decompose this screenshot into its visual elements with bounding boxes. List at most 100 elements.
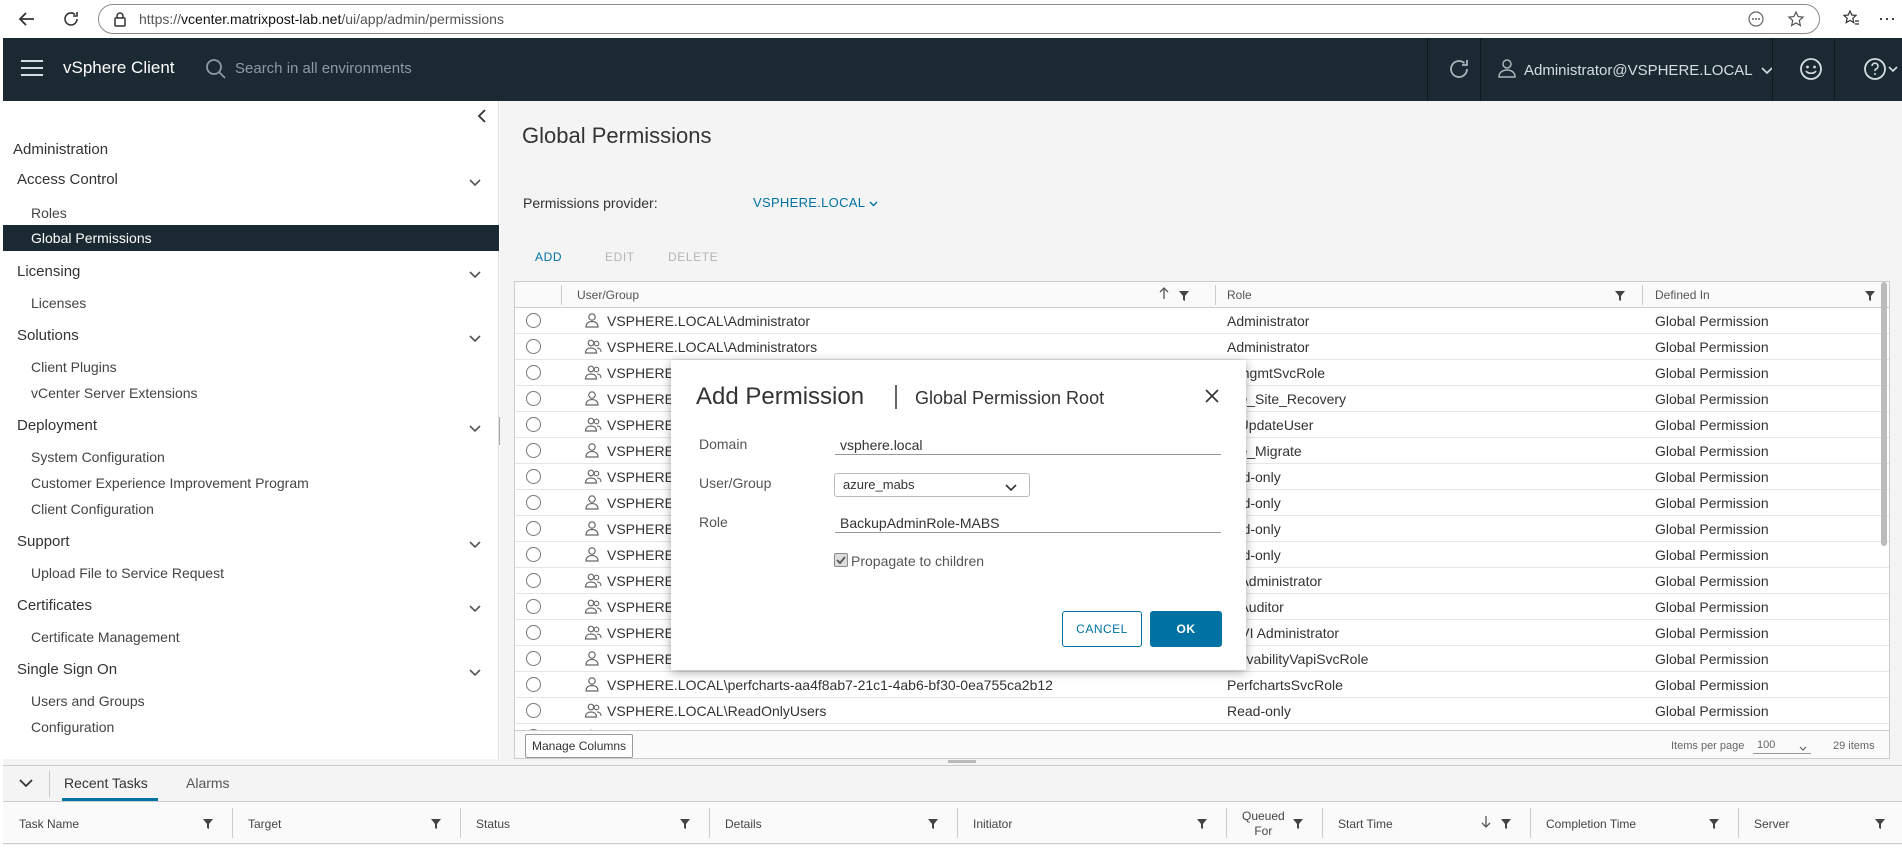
column-start-time[interactable]: Start Time: [1338, 817, 1393, 831]
collapse-sidebar-icon[interactable]: [476, 109, 488, 126]
column-task-name[interactable]: Task Name: [19, 817, 79, 831]
row-select-radio[interactable]: [526, 417, 541, 432]
row-select-radio[interactable]: [526, 599, 541, 614]
filter-icon[interactable]: [928, 818, 938, 832]
table-row[interactable]: VSPHERE.LOCAL\ReadOnlyUsers Read-only Glob…: [515, 698, 1889, 724]
row-select-radio[interactable]: [526, 521, 541, 536]
row-select-radio[interactable]: [526, 573, 541, 588]
items-per-page-select[interactable]: 100: [1753, 736, 1811, 754]
table-row[interactable]: VSPHERE.LOCAL\perfcharts-aa4f8ab7-21c1-4…: [515, 672, 1889, 698]
sidebar-item-client-plugins[interactable]: Client Plugins: [31, 359, 117, 375]
table-row[interactable]: VSPHERE.LOCAL\Administrator Administrator…: [515, 308, 1889, 334]
splitter-grip[interactable]: [948, 760, 976, 763]
column-defined-in[interactable]: Defined In: [1655, 288, 1710, 302]
more-page-icon[interactable]: [1747, 10, 1765, 31]
cancel-button[interactable]: CANCEL: [1062, 611, 1142, 647]
edit-button[interactable]: EDIT: [605, 250, 635, 264]
filter-icon[interactable]: [1501, 818, 1511, 832]
row-select-radio[interactable]: [526, 365, 541, 380]
filter-icon[interactable]: [1875, 818, 1885, 832]
search-input[interactable]: Search in all environments: [235, 60, 412, 77]
sidebar-item-ceip[interactable]: Customer Experience Improvement Program: [31, 475, 309, 491]
search-icon[interactable]: [205, 58, 227, 83]
column-divider: [1530, 808, 1531, 838]
sidebar-item-global-permissions[interactable]: Global Permissions: [3, 225, 499, 251]
column-user-group[interactable]: User/Group: [577, 288, 639, 302]
row-select-radio[interactable]: [526, 625, 541, 640]
tab-recent-tasks[interactable]: Recent Tasks: [64, 775, 148, 791]
back-icon[interactable]: [8, 0, 46, 38]
row-select-radio[interactable]: [526, 651, 541, 666]
sidebar-group-access-control[interactable]: Access Control: [17, 171, 493, 191]
column-server[interactable]: Server: [1754, 817, 1789, 831]
sidebar-item-client-configuration[interactable]: Client Configuration: [31, 501, 154, 517]
sidebar-group-deployment[interactable]: Deployment: [17, 417, 493, 437]
menu-dots-icon[interactable]: ⋯: [1878, 9, 1896, 30]
row-select-radio[interactable]: [526, 313, 541, 328]
column-queued-for[interactable]: Queued For: [1242, 809, 1285, 839]
reload-icon[interactable]: [52, 0, 90, 38]
row-select-radio[interactable]: [526, 339, 541, 354]
sidebar-item-system-configuration[interactable]: System Configuration: [31, 449, 165, 465]
ok-button[interactable]: OK: [1150, 611, 1222, 647]
row-select-radio[interactable]: [526, 547, 541, 562]
add-button[interactable]: ADD: [535, 250, 562, 264]
sidebar-item-upload-file[interactable]: Upload File to Service Request: [31, 565, 224, 581]
sidebar-item-users-and-groups[interactable]: Users and Groups: [31, 693, 145, 709]
row-select-radio[interactable]: [526, 391, 541, 406]
user-group-select[interactable]: azure_mabs: [834, 473, 1030, 497]
filter-icon[interactable]: [1709, 818, 1719, 832]
column-role[interactable]: Role: [1227, 288, 1252, 302]
provider-dropdown[interactable]: VSPHERE.LOCAL: [753, 195, 878, 210]
sidebar-item-licenses[interactable]: Licenses: [31, 295, 86, 311]
filter-icon[interactable]: [203, 818, 213, 832]
sidebar-group-single-sign-on[interactable]: Single Sign On: [17, 661, 493, 681]
user-menu[interactable]: Administrator@VSPHERE.LOCAL: [1498, 58, 1773, 82]
filter-icon[interactable]: [431, 818, 441, 832]
feedback-smiley-icon[interactable]: [1799, 57, 1823, 84]
sidebar-group-certificates[interactable]: Certificates: [17, 597, 493, 617]
tab-alarms[interactable]: Alarms: [186, 775, 230, 791]
column-status[interactable]: Status: [476, 817, 510, 831]
delete-button[interactable]: DELETE: [668, 250, 718, 264]
address-bar[interactable]: https://vcenter.matrixpost-lab.net/ui/ap…: [98, 4, 1820, 34]
filter-icon[interactable]: [1293, 818, 1303, 832]
sidebar-group-solutions[interactable]: Solutions: [17, 327, 493, 347]
grid-scrollbar[interactable]: [1881, 282, 1887, 546]
row-select-radio[interactable]: [526, 469, 541, 484]
refresh-icon[interactable]: [1447, 57, 1471, 84]
hamburger-menu-icon[interactable]: [21, 60, 43, 76]
sidebar-item-configuration[interactable]: Configuration: [31, 719, 114, 735]
propagate-checkbox[interactable]: [834, 553, 848, 567]
row-select-radio[interactable]: [526, 495, 541, 510]
filter-icon[interactable]: [1179, 290, 1189, 304]
filter-icon[interactable]: [1197, 818, 1207, 832]
table-row[interactable]: VSPHERE.LOCAL\Administrators Administrato…: [515, 334, 1889, 360]
close-icon[interactable]: [1205, 389, 1219, 406]
column-completion-time[interactable]: Completion Time: [1546, 817, 1636, 831]
column-initiator[interactable]: Initiator: [973, 817, 1012, 831]
chevron-down-icon: [1761, 62, 1773, 79]
sidebar-item-roles[interactable]: Roles: [31, 205, 67, 221]
favorites-icon[interactable]: [1842, 9, 1860, 30]
chevron-down-icon[interactable]: [19, 775, 33, 791]
row-select-radio[interactable]: [526, 703, 541, 718]
manage-columns-button[interactable]: Manage Columns: [525, 734, 634, 758]
row-select-radio[interactable]: [526, 677, 541, 692]
help-icon[interactable]: [1863, 57, 1899, 84]
sort-descending-icon[interactable]: [1481, 815, 1491, 832]
propagate-label: Propagate to children: [851, 553, 985, 569]
column-details[interactable]: Details: [725, 817, 762, 831]
column-divider: [1738, 808, 1739, 838]
filter-icon[interactable]: [680, 818, 690, 832]
sidebar-group-licensing[interactable]: Licensing: [17, 263, 493, 283]
row-select-radio[interactable]: [526, 443, 541, 458]
sidebar-group-support[interactable]: Support: [17, 533, 493, 553]
filter-icon[interactable]: [1615, 290, 1625, 304]
sort-ascending-icon[interactable]: [1159, 286, 1169, 303]
sidebar-item-certificate-management[interactable]: Certificate Management: [31, 629, 180, 645]
sidebar-item-vcenter-server-extensions[interactable]: vCenter Server Extensions: [31, 385, 198, 401]
favorite-star-icon[interactable]: [1787, 10, 1805, 31]
filter-icon[interactable]: [1865, 290, 1875, 304]
column-target[interactable]: Target: [248, 817, 281, 831]
